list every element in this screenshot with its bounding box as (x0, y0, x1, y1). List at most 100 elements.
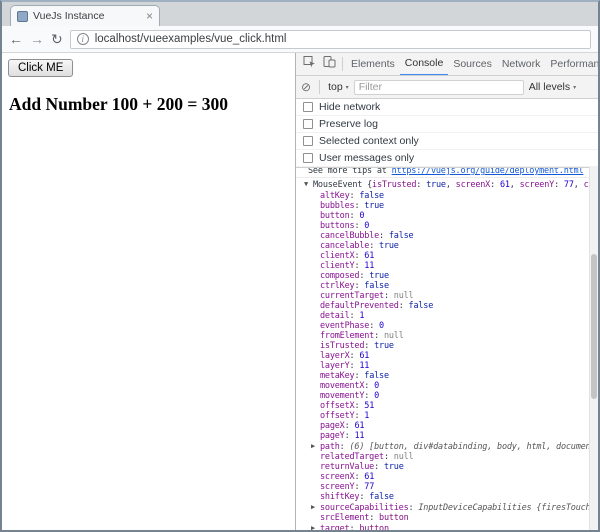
property-key: cancelBubble (320, 231, 379, 241)
property-value: false (409, 301, 434, 311)
property-value: 61 (364, 472, 374, 482)
console-property-row[interactable]: ▶path: (6) [button, div#databinding, bod… (296, 441, 589, 452)
property-value: 11 (364, 261, 374, 271)
console-property-row: detail: 1 (296, 311, 589, 321)
property-key: altKey (320, 191, 350, 201)
event-preview: {isTrusted: true, screenX: 61, screenY: … (362, 180, 589, 190)
console-property-row: layerX: 61 (296, 351, 589, 361)
property-value: 0 (364, 221, 369, 231)
console-property-row[interactable]: ▶sourceCapabilities: InputDeviceCapabili… (296, 502, 589, 513)
expand-arrow-icon[interactable]: ▶ (311, 523, 320, 530)
console-property-row[interactable]: ▶target: button (296, 523, 589, 530)
property-key: cancelable (320, 241, 369, 251)
result-heading: Add Number 100 + 200 = 300 (9, 94, 289, 115)
devtools-tab-elements[interactable]: Elements (346, 53, 400, 76)
devtools-tabbar-tabs: ElementsConsoleSourcesNetworkPerformance… (346, 53, 598, 76)
checkbox-label: Hide network (319, 101, 380, 113)
checkbox-row[interactable]: Hide network (296, 99, 598, 116)
back-icon[interactable]: ← (9, 32, 23, 46)
filter-input[interactable] (354, 80, 524, 95)
property-key: relatedTarget (320, 452, 384, 462)
property-value: 77 (364, 482, 374, 492)
property-key: pageX (320, 421, 345, 431)
clear-console-icon[interactable]: ⊘ (301, 81, 311, 93)
chevron-down-icon: ▾ (346, 84, 349, 91)
tip-text: See more tips at (308, 167, 392, 176)
property-key: composed (320, 271, 359, 281)
property-value: true (379, 241, 399, 251)
toolbar-divider (342, 57, 343, 71)
property-key: returnValue (320, 462, 374, 472)
console-property-row: offsetY: 1 (296, 411, 589, 421)
console-property-row: fromElement: null (296, 331, 589, 341)
property-value: true (369, 271, 389, 281)
property-value: null (384, 331, 404, 341)
browser-navbar: ← → ↻ i localhost/vueexamples/vue_click.… (2, 26, 598, 53)
expand-arrow-icon[interactable]: ▶ (311, 502, 320, 512)
property-value: 11 (354, 431, 364, 441)
property-key: clientX (320, 251, 354, 261)
expand-arrow-icon[interactable]: ▶ (311, 441, 320, 451)
scrollbar[interactable] (589, 167, 598, 530)
browser-tab[interactable]: VueJs Instance × (10, 5, 160, 26)
console-property-row: relatedTarget: null (296, 452, 589, 462)
property-value: true (374, 341, 394, 351)
browser-tab-strip: VueJs Instance × (2, 2, 598, 26)
device-toolbar-icon[interactable] (321, 55, 337, 73)
log-level-dropdown[interactable]: All levels ▾ (529, 81, 576, 93)
property-key: ctrlKey (320, 281, 354, 291)
checkbox[interactable] (303, 136, 313, 146)
reload-icon[interactable]: ↻ (51, 32, 63, 46)
checkbox-row[interactable]: Selected context only (296, 133, 598, 150)
property-value: null (394, 452, 414, 462)
console-property-list: altKey: falsebubbles: truebutton: 0butto… (296, 191, 589, 530)
inspect-element-icon[interactable] (301, 55, 317, 73)
devtools-tab-sources[interactable]: Sources (448, 53, 497, 76)
collapse-arrow-icon[interactable]: ▼ (304, 178, 313, 190)
console-property-row: altKey: false (296, 191, 589, 201)
devtools-tab-console[interactable]: Console (400, 53, 449, 76)
property-value: 0 (374, 381, 379, 391)
console-property-row: currentTarget: null (296, 291, 589, 301)
url-text: localhost/vueexamples/vue_click.html (95, 33, 287, 45)
devtools-panel: ElementsConsoleSourcesNetworkPerformance… (295, 53, 598, 530)
console-message-tip: See more tips at https://vuejs.org/guide… (296, 167, 589, 178)
page-info-icon[interactable]: i (77, 33, 89, 45)
console-property-row: movementY: 0 (296, 391, 589, 401)
property-value: 61 (364, 251, 374, 261)
checkbox[interactable] (303, 119, 313, 129)
property-key: movementX (320, 381, 364, 391)
property-key: sourceCapabilities (320, 503, 409, 513)
console-property-row: metaKey: false (296, 371, 589, 381)
property-key: eventPhase (320, 321, 369, 331)
property-key: detail (320, 311, 350, 321)
forward-icon[interactable]: → (30, 32, 44, 46)
property-key: currentTarget (320, 291, 384, 301)
tip-link[interactable]: https://vuejs.org/guide/deployment.html (392, 167, 584, 176)
tab-close-icon[interactable]: × (146, 10, 153, 22)
devtools-tab-performance[interactable]: Performance (545, 53, 598, 76)
devtools-tab-network[interactable]: Network (497, 53, 546, 76)
checkbox-label: Preserve log (319, 118, 378, 130)
property-key: layerY (320, 361, 350, 371)
chevron-down-icon: ▾ (573, 84, 576, 91)
property-key: offsetX (320, 401, 354, 411)
property-key: srcElement (320, 513, 369, 523)
context-selector[interactable]: top ▾ (328, 81, 349, 93)
console-message-event[interactable]: ▼MouseEvent {isTrusted: true, screenX: 6… (296, 178, 589, 191)
context-selector-value: top (328, 81, 343, 93)
address-bar[interactable]: i localhost/vueexamples/vue_click.html (70, 30, 591, 49)
click-me-button[interactable]: Click ME (8, 59, 73, 77)
checkbox-row[interactable]: User messages only (296, 150, 598, 167)
property-value: 0 (374, 391, 379, 401)
checkbox[interactable] (303, 153, 313, 163)
scrollbar-thumb[interactable] (591, 254, 597, 399)
checkbox[interactable] (303, 102, 313, 112)
property-value: button (359, 524, 389, 530)
console-property-row: cancelable: true (296, 241, 589, 251)
checkbox-row[interactable]: Preserve log (296, 116, 598, 133)
property-value: true (364, 201, 384, 211)
console-property-row: pageX: 61 (296, 421, 589, 431)
web-page: Click ME Add Number 100 + 200 = 300 (2, 53, 295, 530)
property-value: false (369, 492, 394, 502)
